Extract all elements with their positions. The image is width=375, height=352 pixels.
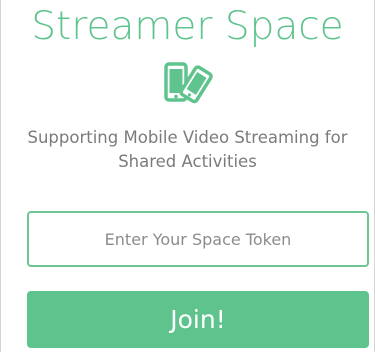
app-title: Streamer Space <box>31 4 344 49</box>
join-button[interactable]: Join! <box>27 291 369 348</box>
phones-sharing-icon <box>162 62 214 106</box>
space-token-input[interactable] <box>27 211 369 267</box>
app-subtitle: Supporting Mobile Video Streaming for Sh… <box>27 128 348 171</box>
